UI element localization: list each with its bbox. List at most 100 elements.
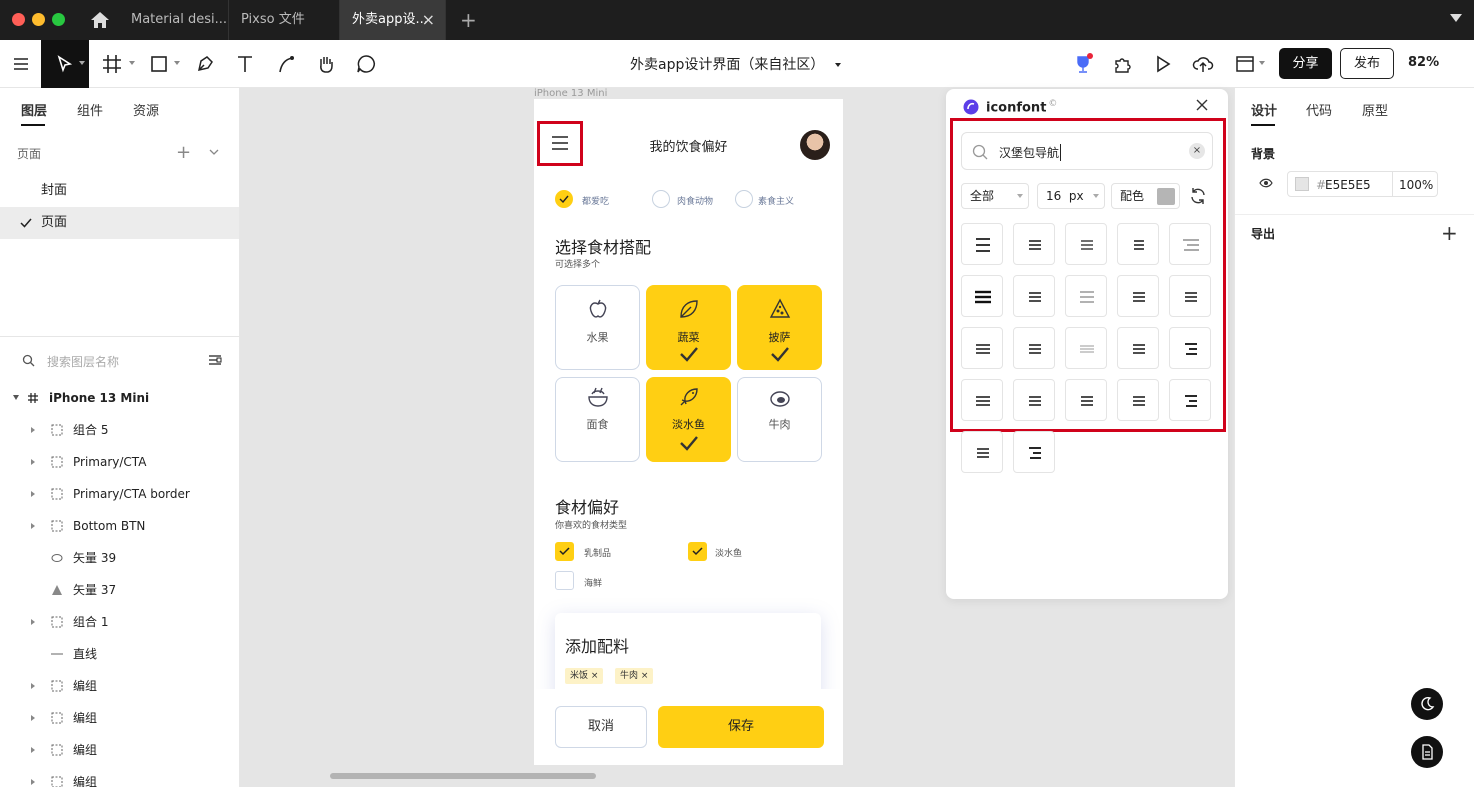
tab-takeout-app[interactable]: 外卖app设... × [340,0,446,40]
pen-tool-icon[interactable] [193,52,217,76]
checkbox-dairy[interactable] [555,542,574,561]
chevron-right-icon[interactable] [31,683,35,689]
connector-tool-icon[interactable] [274,52,298,76]
layer-frame-iphone13mini[interactable]: iPhone 13 Mini [0,382,239,414]
home-icon[interactable] [88,8,112,32]
refresh-icon[interactable] [1189,187,1207,205]
tab-prototype[interactable]: 原型 [1362,100,1388,119]
color-swatch[interactable] [1295,177,1309,191]
zoom-level[interactable]: 82% [1408,55,1439,70]
chevron-right-icon[interactable] [31,747,35,753]
frame-label[interactable]: iPhone 13 Mini [534,88,607,99]
zoom-window-button[interactable] [52,13,65,26]
icon-result-cell[interactable] [1169,327,1211,369]
save-button[interactable]: 保存 [658,706,824,748]
layer-item[interactable]: Primary/CTA border [0,478,239,510]
icon-result-cell[interactable] [1117,223,1159,265]
layer-item[interactable]: 编组 [0,702,239,734]
chip-remove-icon[interactable]: × [591,671,599,681]
add-export-button[interactable]: + [1441,221,1458,245]
tab-layers[interactable]: 图层 [21,100,47,119]
icon-result-cell[interactable] [961,275,1003,317]
dark-mode-button[interactable] [1411,688,1443,720]
layer-item[interactable]: 编组 [0,766,239,787]
icon-result-cell[interactable] [961,327,1003,369]
page-item-cover[interactable]: 封面 [0,175,239,207]
icon-search-field[interactable]: 汉堡包导航 × [961,132,1213,170]
share-button[interactable]: 分享 [1279,48,1332,79]
rectangle-tool-icon[interactable] [147,52,171,76]
radio-vegetarian[interactable] [735,190,753,208]
chevron-right-icon[interactable] [31,523,35,529]
ingredient-card-noodles[interactable]: 面食 [555,377,640,462]
trophy-icon[interactable] [1071,52,1095,76]
icon-search-input[interactable]: 汉堡包导航 [999,144,1062,161]
avatar[interactable] [800,130,830,160]
cancel-button[interactable]: 取消 [555,706,647,748]
tab-pixso-file[interactable]: Pixso 文件 [229,0,340,40]
ingredient-card-freshwater-fish[interactable]: 淡水鱼 [646,377,731,462]
publish-button[interactable]: 发布 [1340,48,1394,79]
page-item-page[interactable]: 页面 [0,207,239,239]
document-button[interactable] [1411,736,1443,768]
tab-assets[interactable]: 资源 [133,100,159,119]
close-icon[interactable] [1195,98,1209,112]
category-select[interactable]: 全部 [961,183,1029,209]
chevron-down-icon[interactable] [1259,61,1265,65]
plugin-icon[interactable] [1111,52,1135,76]
clear-search-button[interactable]: × [1189,143,1205,159]
icon-result-cell[interactable] [961,223,1003,265]
layer-item[interactable]: 矢量 39 [0,542,239,574]
chevron-down-icon[interactable] [129,61,135,65]
upload-cloud-icon[interactable] [1191,52,1215,76]
add-page-button[interactable]: + [176,142,191,163]
icon-result-cell[interactable] [1065,327,1107,369]
layer-item[interactable]: 矢量 37 [0,574,239,606]
tab-components[interactable]: 组件 [77,100,103,119]
layer-search[interactable]: 搜索图层名称 [20,352,226,372]
chip-beef[interactable]: 牛肉 × [615,668,654,684]
chevron-right-icon[interactable] [31,619,35,625]
background-color-field[interactable]: # E5E5E5 100% [1287,171,1438,197]
icon-result-cell[interactable] [1065,379,1107,421]
chevron-right-icon[interactable] [31,459,35,465]
layer-item[interactable]: Bottom BTN [0,510,239,542]
tab-material-design[interactable]: Material desi... [119,0,229,40]
icon-result-cell[interactable] [1013,431,1055,473]
layer-item[interactable]: 编组 [0,734,239,766]
icon-result-cell[interactable] [1013,379,1055,421]
radio-eat-all[interactable] [555,190,573,208]
tab-code[interactable]: 代码 [1306,100,1332,119]
color-select[interactable]: 配色 [1111,183,1180,209]
radio-carnivore[interactable] [652,190,670,208]
document-title[interactable]: 外卖app设计界面（来自社区） [630,54,841,74]
chevron-down-icon[interactable] [13,395,19,400]
icon-result-cell[interactable] [961,379,1003,421]
icon-result-cell[interactable] [1013,223,1055,265]
chevron-right-icon[interactable] [31,715,35,721]
icon-result-cell[interactable] [1169,223,1211,265]
icon-result-cell[interactable] [1013,327,1055,369]
comment-tool-icon[interactable] [354,52,378,76]
checkbox-seafood[interactable] [555,571,574,590]
tab-close-icon[interactable]: × [422,0,435,40]
layer-item[interactable]: Primary/CTA [0,446,239,478]
move-tool-button[interactable] [41,40,89,88]
tab-design[interactable]: 设计 [1251,100,1277,119]
checkbox-freshwater-fish[interactable] [688,542,707,561]
layout-icon[interactable] [1233,52,1257,76]
chip-remove-icon[interactable]: × [641,671,649,681]
ingredient-card-beef[interactable]: 牛肉 [737,377,822,462]
layer-item[interactable]: 编组 [0,670,239,702]
text-tool-icon[interactable] [233,52,257,76]
icon-result-cell[interactable] [1013,275,1055,317]
icon-result-cell[interactable] [961,431,1003,473]
chevron-right-icon[interactable] [31,427,35,433]
icon-result-cell[interactable] [1117,327,1159,369]
frame-tool-icon[interactable] [100,52,124,76]
main-menu-icon[interactable] [9,52,33,76]
ingredient-card-vegetable[interactable]: 蔬菜 [646,285,731,370]
chevron-right-icon[interactable] [31,491,35,497]
icon-result-cell[interactable] [1169,379,1211,421]
horizontal-scrollbar[interactable] [330,773,596,779]
